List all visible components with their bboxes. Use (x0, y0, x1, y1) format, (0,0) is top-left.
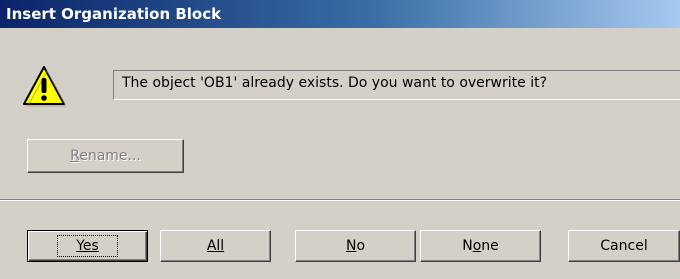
cancel-button[interactable]: Cancel (568, 230, 680, 262)
none-button[interactable]: None (420, 230, 541, 262)
title-bar: Insert Organization Block (0, 0, 680, 28)
no-button-label: No (345, 238, 366, 254)
yes-button[interactable]: Yes (27, 230, 148, 262)
rename-button[interactable]: Rename... (27, 139, 184, 173)
rename-button-label: Rename... (70, 148, 141, 164)
all-button[interactable]: All (160, 230, 271, 262)
cancel-button-label: Cancel (600, 238, 648, 254)
warning-icon (22, 64, 67, 108)
window-title: Insert Organization Block (6, 5, 222, 23)
none-button-label: None (462, 238, 499, 254)
message-text: The object 'OB1' already exists. Do you … (113, 70, 680, 100)
divider (0, 199, 680, 201)
all-button-label: All (206, 238, 225, 254)
yes-button-label: Yes (57, 235, 118, 257)
no-button[interactable]: No (295, 230, 416, 262)
